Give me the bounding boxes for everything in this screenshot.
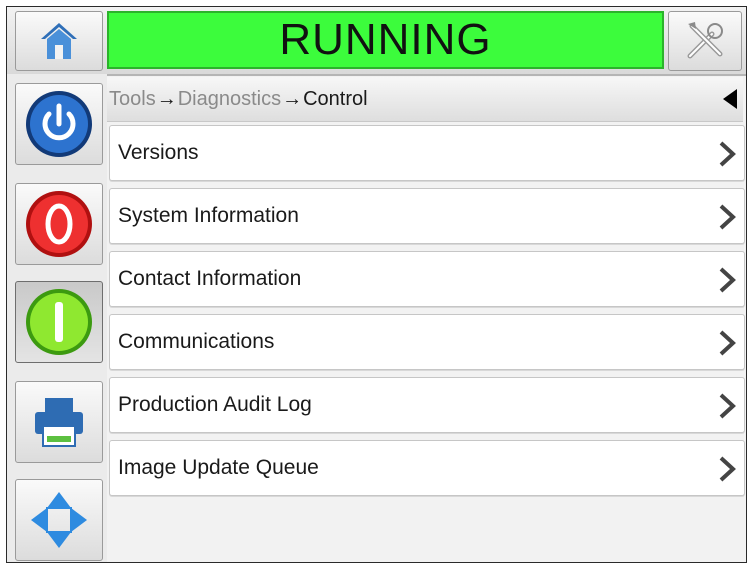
menu-item-communications[interactable]: Communications	[109, 314, 745, 370]
menu-item-production-audit-log[interactable]: Production Audit Log	[109, 377, 745, 433]
top-bar: RUNNING	[7, 7, 746, 76]
menu-item-label: Production Audit Log	[118, 393, 312, 416]
power-button[interactable]	[15, 83, 103, 165]
tools-button[interactable]	[668, 11, 742, 71]
menu-item-versions[interactable]: Versions	[109, 125, 745, 181]
breadcrumb-separator: →	[282, 87, 303, 110]
chevron-right-icon	[719, 141, 736, 167]
tools-icon	[687, 22, 723, 59]
menu-item-label: Versions	[118, 141, 199, 164]
breadcrumb-item-tools[interactable]: Tools	[109, 88, 156, 111]
chevron-right-icon	[719, 456, 736, 482]
menu-item-label: System Information	[118, 204, 299, 227]
navigation-arrows-icon	[31, 492, 87, 548]
menu-item-contact-information[interactable]: Contact Information	[109, 251, 745, 307]
status-bar: RUNNING	[107, 11, 664, 69]
menu-item-system-information[interactable]: System Information	[109, 188, 745, 244]
menu-item-image-update-queue[interactable]: Image Update Queue	[109, 440, 745, 496]
menu-item-label: Image Update Queue	[118, 456, 319, 479]
menu-item-label: Contact Information	[118, 267, 302, 290]
breadcrumb-item-control: Control	[303, 87, 368, 110]
back-arrow-icon[interactable]	[723, 89, 737, 109]
home-button[interactable]	[15, 11, 103, 71]
chevron-right-icon	[719, 204, 736, 230]
start-button[interactable]	[15, 281, 103, 363]
chevron-right-icon	[719, 393, 736, 419]
stop-icon	[26, 191, 92, 257]
app-window: RUNNING Tools → Diagnostics → Control Ve…	[6, 6, 747, 563]
chevron-right-icon	[719, 330, 736, 356]
home-icon	[41, 23, 77, 59]
breadcrumb-item-diagnostics[interactable]: Diagnostics	[178, 88, 281, 111]
breadcrumb: Tools → Diagnostics → Control	[107, 77, 743, 122]
stop-button[interactable]	[15, 183, 103, 265]
print-button[interactable]	[15, 381, 103, 463]
navigation-button[interactable]	[15, 479, 103, 561]
start-icon	[26, 289, 92, 355]
menu-item-label: Communications	[118, 330, 275, 353]
status-text: RUNNING	[279, 15, 492, 64]
breadcrumb-separator: →	[156, 87, 177, 110]
power-icon	[26, 91, 92, 157]
printer-icon	[35, 398, 83, 447]
chevron-right-icon	[719, 267, 736, 293]
